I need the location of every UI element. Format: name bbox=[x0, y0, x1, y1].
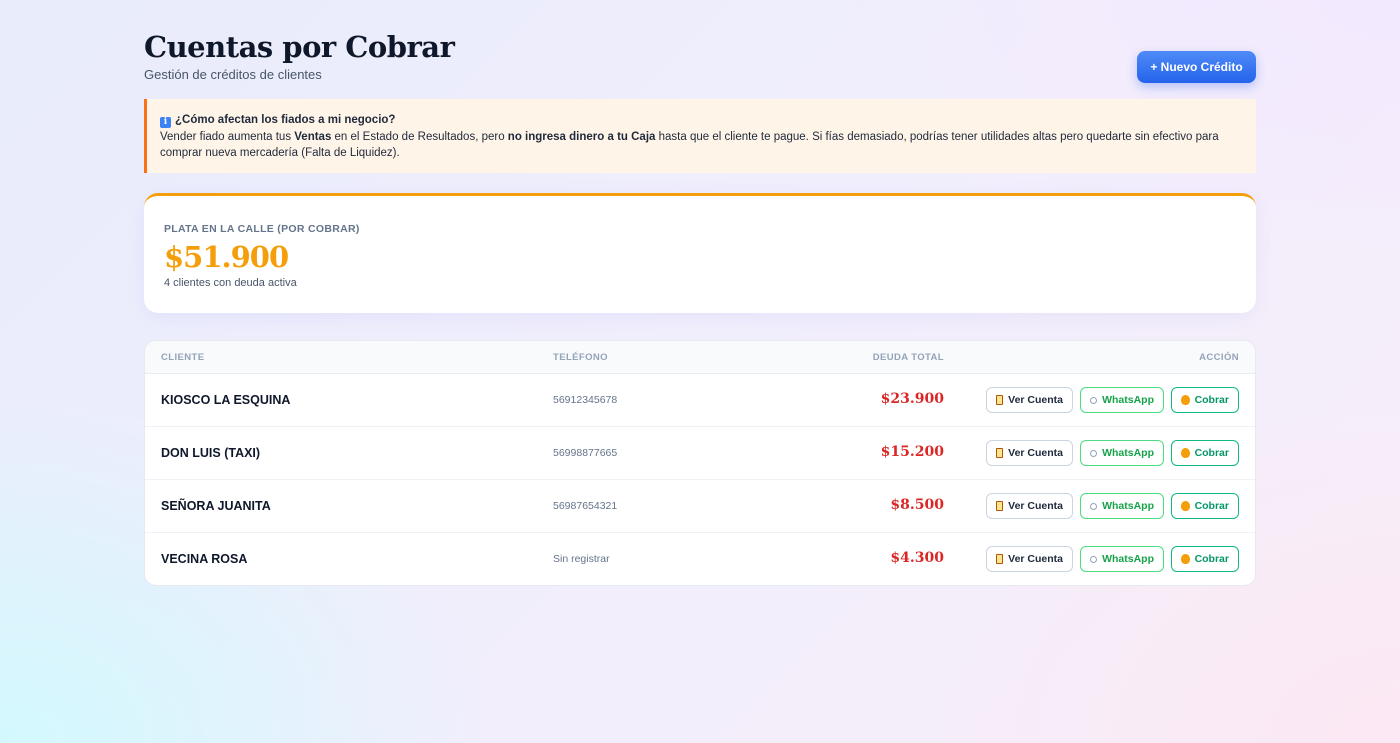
view-account-label: Ver Cuenta bbox=[1008, 500, 1063, 512]
view-account-label: Ver Cuenta bbox=[1008, 394, 1063, 406]
money-bag-icon bbox=[1181, 501, 1190, 511]
page: Cuentas por Cobrar Gestión de créditos d… bbox=[144, 0, 1256, 586]
info-bold-sales: Ventas bbox=[294, 131, 332, 143]
clipboard-icon bbox=[996, 448, 1004, 458]
client-phone: 56912345678 bbox=[553, 394, 618, 406]
money-bag-icon bbox=[1181, 448, 1190, 458]
client-debt: $4.300 bbox=[890, 550, 944, 566]
client-debt: $15.200 bbox=[880, 444, 944, 460]
whatsapp-button[interactable]: WhatsApp bbox=[1080, 493, 1164, 519]
row-actions: Ver Cuenta WhatsApp Cobrar bbox=[986, 387, 1239, 413]
row-actions: Ver Cuenta WhatsApp Cobrar bbox=[986, 546, 1239, 572]
table-header: CLIENTE TELÉFONO DEUDA TOTAL ACCIÓN bbox=[145, 341, 1255, 374]
client-phone: Sin registrar bbox=[553, 553, 610, 565]
client-name: KIOSCO LA ESQUINA bbox=[161, 393, 291, 407]
new-credit-button[interactable]: + Nuevo Crédito bbox=[1137, 51, 1256, 83]
info-title-line: i ¿Cómo afectan los fiados a mi negocio? bbox=[160, 112, 1242, 128]
collect-button[interactable]: Cobrar bbox=[1171, 546, 1239, 572]
collect-button[interactable]: Cobrar bbox=[1171, 387, 1239, 413]
info-text-2: en el Estado de Resultados, pero bbox=[331, 131, 508, 143]
info-title: ¿Cómo afectan los fiados a mi negocio? bbox=[175, 114, 396, 126]
row-actions: Ver Cuenta WhatsApp Cobrar bbox=[986, 493, 1239, 519]
client-phone: 56998877665 bbox=[553, 447, 618, 459]
whatsapp-label: WhatsApp bbox=[1102, 394, 1154, 406]
collect-label: Cobrar bbox=[1194, 500, 1229, 512]
collect-label: Cobrar bbox=[1194, 553, 1229, 565]
view-account-button[interactable]: Ver Cuenta bbox=[986, 387, 1073, 413]
money-bag-icon bbox=[1181, 554, 1190, 564]
credits-table: CLIENTE TELÉFONO DEUDA TOTAL ACCIÓN KIOS… bbox=[144, 340, 1256, 586]
money-bag-icon bbox=[1181, 395, 1190, 405]
client-phone: 56987654321 bbox=[553, 500, 618, 512]
info-icon: i bbox=[160, 117, 171, 128]
table-row: SEÑORA JUANITA 56987654321 $8.500 Ver Cu… bbox=[145, 480, 1255, 533]
info-text: Vender fiado aumenta tus Ventas en el Es… bbox=[160, 129, 1242, 161]
table-row: DON LUIS (TAXI) 56998877665 $15.200 Ver … bbox=[145, 427, 1255, 480]
whatsapp-label: WhatsApp bbox=[1102, 500, 1154, 512]
column-header-telefono: TELÉFONO bbox=[553, 352, 608, 363]
chat-bubble-icon bbox=[1090, 555, 1098, 563]
column-header-accion: ACCIÓN bbox=[1199, 352, 1239, 363]
view-account-label: Ver Cuenta bbox=[1008, 553, 1063, 565]
view-account-label: Ver Cuenta bbox=[1008, 447, 1063, 459]
whatsapp-button[interactable]: WhatsApp bbox=[1080, 387, 1164, 413]
chat-bubble-icon bbox=[1090, 396, 1098, 404]
row-actions: Ver Cuenta WhatsApp Cobrar bbox=[986, 440, 1239, 466]
collect-button[interactable]: Cobrar bbox=[1171, 493, 1239, 519]
client-debt: $8.500 bbox=[890, 497, 944, 513]
chat-bubble-icon bbox=[1090, 449, 1098, 457]
column-header-deuda: DEUDA TOTAL bbox=[872, 352, 944, 363]
clipboard-icon bbox=[996, 554, 1004, 564]
whatsapp-label: WhatsApp bbox=[1102, 553, 1154, 565]
view-account-button[interactable]: Ver Cuenta bbox=[986, 493, 1073, 519]
column-header-cliente: CLIENTE bbox=[161, 352, 205, 363]
whatsapp-label: WhatsApp bbox=[1102, 447, 1154, 459]
info-bold-cash: no ingresa dinero a tu Caja bbox=[507, 131, 656, 143]
info-callout: i ¿Cómo afectan los fiados a mi negocio? … bbox=[144, 99, 1256, 173]
view-account-button[interactable]: Ver Cuenta bbox=[986, 546, 1073, 572]
collect-button[interactable]: Cobrar bbox=[1171, 440, 1239, 466]
view-account-button[interactable]: Ver Cuenta bbox=[986, 440, 1073, 466]
clipboard-icon bbox=[996, 395, 1004, 405]
page-title: Cuentas por Cobrar bbox=[144, 30, 455, 64]
collect-label: Cobrar bbox=[1194, 447, 1229, 459]
table-row: KIOSCO LA ESQUINA 56912345678 $23.900 Ve… bbox=[145, 374, 1255, 427]
client-name: VECINA ROSA bbox=[161, 552, 248, 566]
page-subtitle: Gestión de créditos de clientes bbox=[144, 67, 322, 82]
summary-amount: $51.900 bbox=[164, 240, 289, 274]
receivables-summary-card: PLATA EN LA CALLE (POR COBRAR) $51.900 4… bbox=[144, 193, 1256, 313]
client-name: SEÑORA JUANITA bbox=[161, 499, 271, 513]
table-row: VECINA ROSA Sin registrar $4.300 Ver Cue… bbox=[145, 533, 1255, 585]
summary-label: PLATA EN LA CALLE (POR COBRAR) bbox=[164, 223, 360, 235]
client-name: DON LUIS (TAXI) bbox=[161, 446, 261, 460]
client-debt: $23.900 bbox=[880, 391, 944, 407]
whatsapp-button[interactable]: WhatsApp bbox=[1080, 440, 1164, 466]
summary-subtext: 4 clientes con deuda activa bbox=[164, 277, 297, 289]
whatsapp-button[interactable]: WhatsApp bbox=[1080, 546, 1164, 572]
clipboard-icon bbox=[996, 501, 1004, 511]
collect-label: Cobrar bbox=[1194, 394, 1229, 406]
page-header: Cuentas por Cobrar Gestión de créditos d… bbox=[144, 0, 1256, 99]
info-text-1: Vender fiado aumenta tus bbox=[160, 131, 295, 143]
chat-bubble-icon bbox=[1090, 502, 1098, 510]
